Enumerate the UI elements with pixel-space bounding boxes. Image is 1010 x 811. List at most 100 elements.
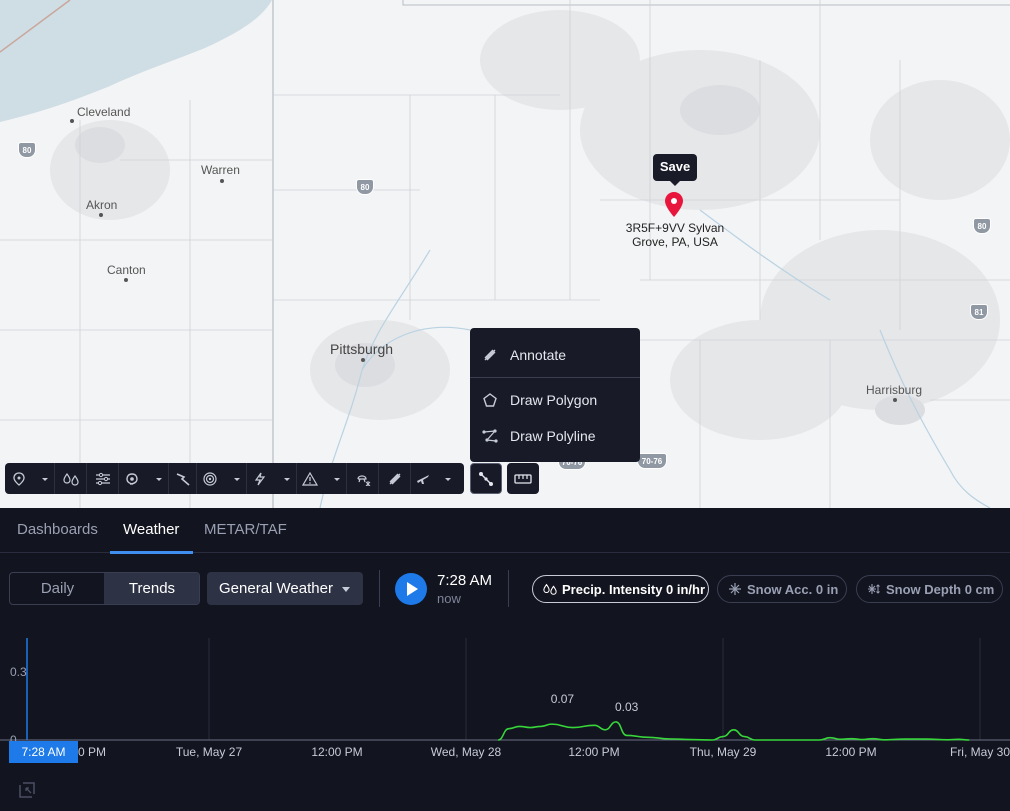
radar-dropdown-button[interactable] <box>197 463 247 494</box>
annotate-icon <box>470 348 510 362</box>
city-dot <box>124 278 128 282</box>
precipitation-layer-button[interactable] <box>55 463 87 494</box>
annotate-icon <box>389 473 400 484</box>
city-label-harrisburg: Harrisburg <box>866 383 923 397</box>
lightning-path-icon <box>176 472 190 486</box>
city-dot <box>70 119 74 123</box>
snow-depth-pill[interactable]: Snow Depth 0 cm <box>856 575 1003 603</box>
winter-icon <box>356 474 370 486</box>
menu-divider <box>470 377 640 378</box>
x-tick-label: 12:00 PM <box>568 745 619 759</box>
lightning-icon <box>254 472 290 485</box>
snow-acc-icon <box>728 582 742 596</box>
active-tab-indicator <box>110 551 193 554</box>
trends-toggle-button[interactable]: Trends <box>104 573 199 604</box>
view-mode-toggle: Daily Trends <box>9 572 200 605</box>
pin-address-line: 3R5F+9VV Sylvan <box>625 221 725 235</box>
y-tick-label: 0.3 <box>10 665 27 679</box>
winter-layer-button[interactable] <box>347 463 379 494</box>
x-tick-label: Fri, May 30 <box>950 745 1010 759</box>
highway-shield: 70-76 <box>637 453 667 469</box>
city-dot <box>220 179 224 183</box>
pill-label: Precip. Intensity 0 in/hr <box>562 581 706 597</box>
city-dot <box>893 398 897 402</box>
location-pin-icon[interactable] <box>665 192 683 218</box>
pill-label: Snow Depth 0 cm <box>886 581 995 597</box>
wind-icon <box>95 472 110 485</box>
precip-series-line <box>497 721 970 741</box>
snow-depth-icon <box>867 582 881 596</box>
menu-item-draw-polygon[interactable]: Draw Polygon <box>470 382 640 418</box>
pin-address-label: 3R5F+9VV Sylvan Grove, PA, USA <box>615 221 735 249</box>
menu-item-annotate[interactable]: Annotate <box>470 337 640 373</box>
precip-intensity-pill[interactable]: Precip. Intensity 0 in/hr <box>532 575 709 603</box>
precipitation-icon <box>543 582 557 596</box>
current-time: 7:28 AM <box>437 572 493 589</box>
draw-tools-button[interactable] <box>470 463 502 494</box>
tab-weather[interactable]: Weather <box>123 521 179 538</box>
city-label-akron: Akron <box>86 198 118 212</box>
panel-tabs: Dashboards Weather METAR/TAF <box>0 508 1010 554</box>
chevron-down-icon <box>342 587 350 592</box>
x-tick-label: 12:00 PM <box>825 745 876 759</box>
aviation-dropdown-button[interactable] <box>411 463 459 494</box>
daily-toggle-button[interactable]: Daily <box>10 573 105 604</box>
menu-item-label: Draw Polyline <box>510 428 596 444</box>
city-label-canton: Canton <box>107 263 146 277</box>
warnings-dropdown-button[interactable] <box>297 463 347 494</box>
map-view[interactable]: Cleveland Warren Akron Canton Pittsburgh… <box>0 0 1010 508</box>
save-tooltip-button[interactable]: Save <box>653 154 697 186</box>
map-layer-toolbar <box>5 463 464 494</box>
polygon-icon <box>470 393 510 407</box>
divider <box>508 570 509 607</box>
city-label-cleveland: Cleveland <box>77 105 131 119</box>
location-pin-icon <box>12 471 48 486</box>
annotations-layer-button[interactable] <box>379 463 411 494</box>
trend-chart[interactable]: 0.300 PM Tue, May 27 12:00 PM Wed, May 28 12… <box>0 628 1010 778</box>
lightning-path-button[interactable] <box>169 463 197 494</box>
data-label: 0.03 <box>615 700 639 714</box>
highway-shield: 80 <box>356 179 374 195</box>
bottom-panel: Dashboards Weather METAR/TAF Daily Trend… <box>0 508 1010 811</box>
snow-accumulation-pill[interactable]: Snow Acc. 0 in <box>717 575 847 603</box>
hurricane-icon <box>125 472 162 485</box>
tab-dashboards[interactable]: Dashboards <box>17 521 98 538</box>
warning-icon <box>301 471 340 486</box>
pin-address-line: Grove, PA, USA <box>632 235 718 249</box>
play-button[interactable] <box>395 573 427 605</box>
tab-metar-taf[interactable]: METAR/TAF <box>204 521 287 538</box>
lightning-dropdown-button[interactable] <box>247 463 297 494</box>
highway-shield: 81 <box>970 304 988 320</box>
x-tick-label: Thu, May 29 <box>690 745 757 759</box>
highway-shield: 80 <box>18 142 36 158</box>
now-time-badge: 7:28 AM <box>9 741 78 763</box>
location-dropdown-button[interactable] <box>5 463 55 494</box>
x-tick-label: 0 PM <box>78 745 106 759</box>
wind-layer-button[interactable] <box>87 463 119 494</box>
measure-distance-button[interactable] <box>507 463 539 494</box>
pill-label: Snow Acc. 0 in <box>747 581 839 597</box>
expand-panel-icon[interactable] <box>18 781 36 799</box>
draw-menu: Annotate Draw Polygon Draw Polyline <box>470 328 640 462</box>
menu-item-draw-polyline[interactable]: Draw Polyline <box>470 418 640 454</box>
x-tick-label: 12:00 PM <box>311 745 362 759</box>
highway-shield: 80 <box>973 218 991 234</box>
weather-layer-select[interactable]: General Weather <box>207 572 363 605</box>
city-label-warren: Warren <box>201 163 240 177</box>
x-tick-label: Wed, May 28 <box>431 745 502 759</box>
current-time-label: now <box>437 591 461 606</box>
hurricane-dropdown-button[interactable] <box>119 463 169 494</box>
radar-icon <box>202 471 240 486</box>
weather-layer-select-value: General Weather <box>219 580 333 597</box>
city-dot <box>99 213 103 217</box>
city-label-pittsburgh: Pittsburgh <box>330 341 394 357</box>
polyline-icon <box>470 429 510 443</box>
ruler-icon <box>514 473 532 484</box>
polyline-icon <box>479 471 493 486</box>
airplane-icon <box>417 474 451 484</box>
menu-item-label: Annotate <box>510 347 567 363</box>
x-tick-label: Tue, May 27 <box>176 745 243 759</box>
city-dot <box>361 358 365 362</box>
data-label: 0.07 <box>551 692 575 706</box>
divider <box>379 570 380 607</box>
